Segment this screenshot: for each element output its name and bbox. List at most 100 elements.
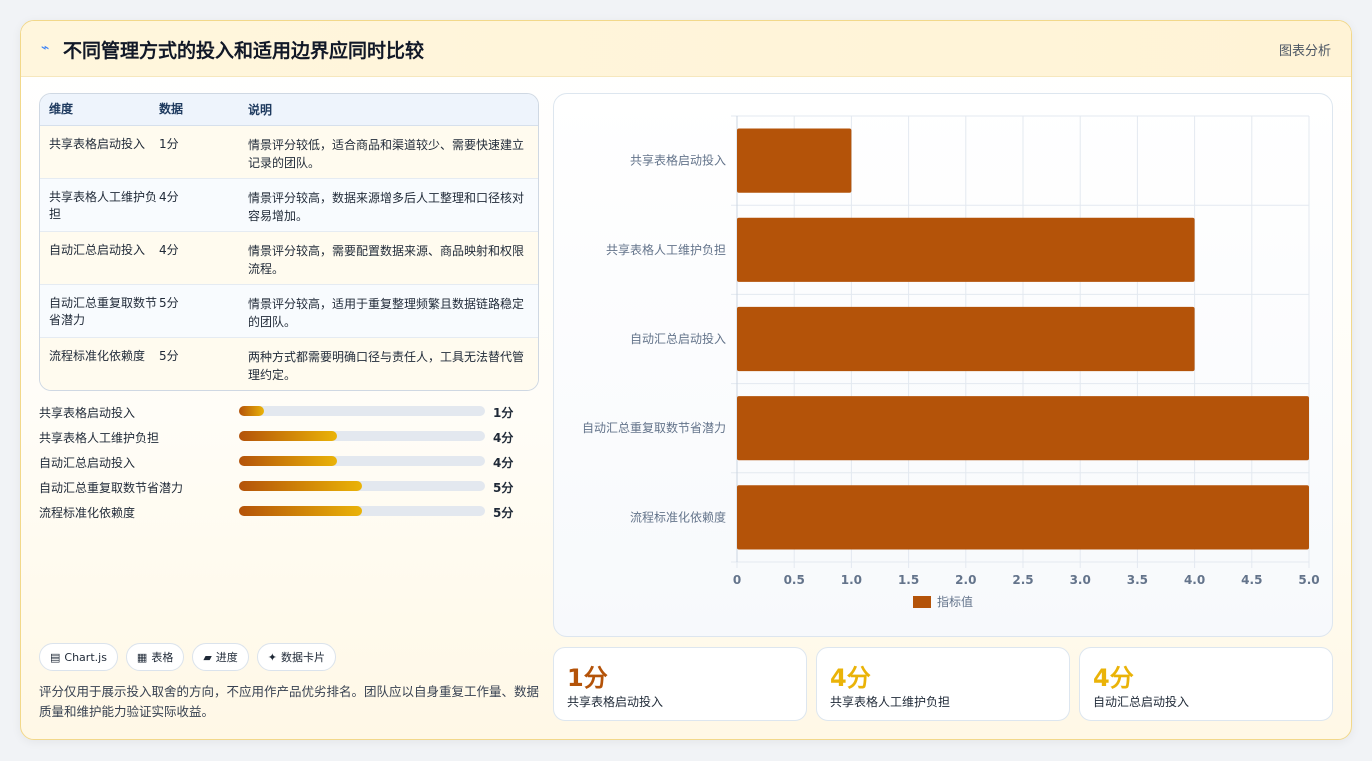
progress-row: 自动汇总重复取数节省潜力 5分 xyxy=(39,476,539,501)
y-tick-label: 流程标准化依赖度 xyxy=(630,509,726,524)
progress-value: 1分 xyxy=(493,406,514,420)
feature-chips: ▤ Chart.js ▦ 表格 ▰ 进度 ✦ 数据卡片 xyxy=(39,643,337,671)
col-header-value: 数据 xyxy=(159,102,184,116)
table-row: 共享表格人工维护负担 4分 情景评分较高，数据来源增多后人工整理和口径核对容易增… xyxy=(40,179,538,232)
bar-chart-panel: 0 0.5 1.0 1.5 2.0 2.5 3.0 3.5 4.0 4.5 5.0 共享表格启动投入共… xyxy=(553,93,1333,637)
progress-fill xyxy=(239,481,362,491)
metric-value: 4分 xyxy=(1093,664,1134,692)
data-table: 维度 数据 说明 共享表格启动投入 1分 情景评分较低，适合商品和渠道较少、需要… xyxy=(39,93,539,391)
x-tick-label: 4.0 xyxy=(1184,573,1205,587)
progress-track xyxy=(239,456,485,466)
legend-label: 指标值 xyxy=(937,594,973,609)
progress-label: 共享表格人工维护负担 xyxy=(39,431,160,445)
progress-icon: ▰ xyxy=(203,650,212,664)
col-header-dimension: 维度 xyxy=(49,102,74,116)
chip-chartjs[interactable]: ▤ Chart.js xyxy=(39,643,118,671)
table-header: 维度 数据 说明 xyxy=(40,94,538,126)
page-title: 不同管理方式的投入和适用边界应同时比较 xyxy=(63,40,425,62)
y-tick-label: 共享表格启动投入 xyxy=(630,153,726,168)
chip-data-cards[interactable]: ✦ 数据卡片 xyxy=(256,643,337,671)
x-tick-label: 3.5 xyxy=(1127,573,1148,587)
card-header: ⌁ 不同管理方式的投入和适用边界应同时比较 图表分析 xyxy=(21,21,1351,77)
cell-description: 情景评分较高，适用于重复整理频繁且数据链路稳定的团队。 xyxy=(248,297,525,329)
progress-track xyxy=(239,481,485,491)
x-tick-label: 5.0 xyxy=(1298,573,1319,587)
metric-label: 自动汇总启动投入 xyxy=(1093,695,1190,709)
cell-value: 4分 xyxy=(159,190,179,204)
x-tick-label: 0.5 xyxy=(784,573,805,587)
x-tick-label: 0 xyxy=(733,573,741,587)
x-tick-label: 3.0 xyxy=(1070,573,1091,587)
progress-fill xyxy=(239,456,338,466)
progress-value: 4分 xyxy=(493,456,514,470)
chart-spark-icon: ⌁ xyxy=(41,40,50,56)
cell-dimension: 共享表格启动投入 xyxy=(49,137,146,151)
cell-value: 5分 xyxy=(159,349,179,363)
chip-progress[interactable]: ▰ 进度 xyxy=(192,643,249,671)
progress-fill xyxy=(239,406,264,416)
chart-icon: ▤ xyxy=(50,650,61,664)
y-tick-label: 自动汇总启动投入 xyxy=(630,331,726,346)
cell-value: 4分 xyxy=(159,243,179,257)
progress-row: 共享表格启动投入 1分 xyxy=(39,401,539,426)
progress-fill xyxy=(239,506,362,516)
x-tick-label: 2.0 xyxy=(955,573,976,587)
chip-label: Chart.js xyxy=(64,650,107,664)
table-row: 流程标准化依赖度 5分 两种方式都需要明确口径与责任人，工具无法替代管理约定。 xyxy=(40,338,538,390)
cell-dimension: 共享表格人工维护负担 xyxy=(49,190,158,221)
y-tick-label: 自动汇总重复取数节省潜力 xyxy=(582,420,726,435)
footnote: 评分仅用于展示投入取舍的方向，不应用作产品优劣排名。团队应以自身重复工作量、数据… xyxy=(39,684,540,719)
sparkle-icon: ✦ xyxy=(267,650,278,664)
progress-label: 自动汇总启动投入 xyxy=(39,456,136,470)
progress-fill xyxy=(239,431,338,441)
section-tag: 图表分析 xyxy=(1278,44,1331,59)
table-row: 自动汇总重复取数节省潜力 5分 情景评分较高，适用于重复整理频繁且数据链路稳定的… xyxy=(40,285,538,338)
progress-value: 5分 xyxy=(493,506,514,520)
cell-value: 5分 xyxy=(159,296,179,310)
progress-row: 自动汇总启动投入 4分 xyxy=(39,451,539,476)
y-tick-label: 共享表格人工维护负担 xyxy=(606,242,726,257)
bar xyxy=(737,306,1195,372)
x-tick-label: 1.0 xyxy=(841,573,862,587)
metric-card: 4分 共享表格人工维护负担 xyxy=(816,647,1070,721)
progress-row: 流程标准化依赖度 5分 xyxy=(39,501,539,526)
bar-chart: 0 0.5 1.0 1.5 2.0 2.5 3.0 3.5 4.0 4.5 5.0 共享表格启动投入共… xyxy=(582,115,1320,609)
x-tick-label: 4.5 xyxy=(1241,573,1262,587)
chip-label: 表格 xyxy=(151,651,174,664)
progress-label: 流程标准化依赖度 xyxy=(39,506,136,520)
cell-dimension: 自动汇总重复取数节省潜力 xyxy=(49,296,158,327)
progress-track xyxy=(239,506,485,516)
x-tick-label: 1.5 xyxy=(898,573,919,587)
col-header-description: 说明 xyxy=(248,102,273,117)
progress-track xyxy=(239,406,485,416)
metric-label: 共享表格启动投入 xyxy=(567,695,664,709)
dashboard-card: ⌁ 不同管理方式的投入和适用边界应同时比较 图表分析 维度 数据 说明 共享表格… xyxy=(20,20,1352,740)
cell-dimension: 流程标准化依赖度 xyxy=(49,349,146,363)
bar xyxy=(737,485,1309,550)
cell-description: 情景评分较高，需要配置数据来源、商品映射和权限流程。 xyxy=(248,244,525,276)
progress-value: 5分 xyxy=(493,481,514,495)
progress-row: 共享表格人工维护负担 4分 xyxy=(39,426,539,451)
chip-label: 数据卡片 xyxy=(281,651,326,664)
metric-value: 4分 xyxy=(830,664,871,692)
cell-description: 两种方式都需要明确口径与责任人，工具无法替代管理约定。 xyxy=(248,350,525,382)
metric-card: 4分 自动汇总启动投入 xyxy=(1079,647,1333,721)
metric-label: 共享表格人工维护负担 xyxy=(830,695,951,709)
table-row: 共享表格启动投入 1分 情景评分较低，适合商品和渠道较少、需要快速建立记录的团队… xyxy=(40,126,538,179)
legend-swatch xyxy=(913,596,931,608)
chip-table[interactable]: ▦ 表格 xyxy=(125,643,185,671)
metric-value: 1分 xyxy=(567,664,608,692)
progress-label: 共享表格启动投入 xyxy=(39,406,136,420)
bar xyxy=(737,396,1309,461)
progress-value: 4分 xyxy=(493,431,514,445)
cell-description: 情景评分较低，适合商品和渠道较少、需要快速建立记录的团队。 xyxy=(248,138,525,170)
bar xyxy=(737,128,852,193)
progress-track xyxy=(239,431,485,441)
cell-dimension: 自动汇总启动投入 xyxy=(49,243,146,257)
table-icon: ▦ xyxy=(136,650,148,664)
bar xyxy=(737,217,1195,282)
cell-value: 1分 xyxy=(159,137,179,151)
progress-list: 共享表格启动投入 1分 共享表格人工维护负担 4分 自动汇总启动投入 4分 自动… xyxy=(39,401,539,526)
chip-label: 进度 xyxy=(215,651,238,664)
cell-description: 情景评分较高，数据来源增多后人工整理和口径核对容易增加。 xyxy=(248,191,525,223)
